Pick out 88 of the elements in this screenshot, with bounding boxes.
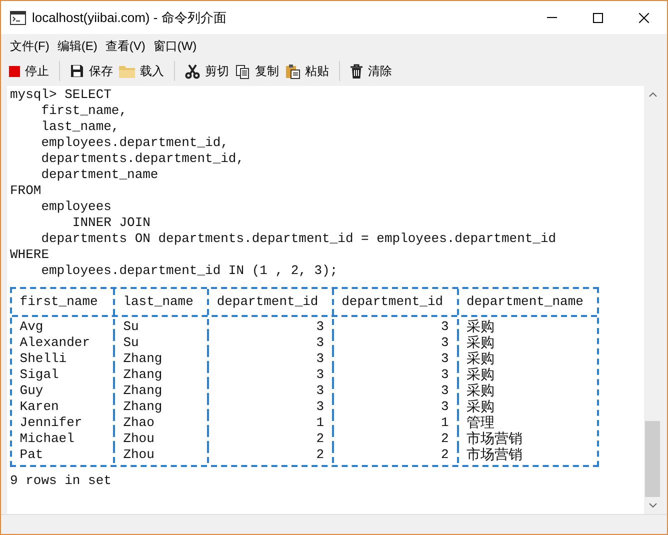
- table-cell: 2: [441, 431, 449, 447]
- column-header: first_name: [20, 294, 98, 310]
- console-line: departments.department_id,: [40, 151, 246, 167]
- toolbar-button[interactable]: 剪切: [183, 62, 231, 80]
- table-cell: Zhao: [123, 415, 154, 431]
- table-cell: 2: [441, 447, 449, 463]
- window-title: localhost(yiibai.com) - 命令列介面: [32, 8, 226, 27]
- toolbar-button[interactable]: 载入: [117, 62, 166, 80]
- table-cell: 采购: [466, 319, 494, 335]
- close-icon: [639, 12, 649, 22]
- toolbar-button[interactable]: 清除: [348, 62, 394, 80]
- table-cell: Su: [123, 335, 139, 351]
- scrollbar-thumb[interactable]: [645, 421, 660, 497]
- scroll-up-icon[interactable]: [648, 92, 656, 97]
- table-cell: 3: [316, 335, 324, 351]
- table-cell: 2: [316, 447, 324, 463]
- table-cell: 采购: [466, 335, 494, 351]
- table-cell: Alexander: [20, 335, 90, 351]
- table-cell: 3: [316, 383, 324, 399]
- console-line: WHERE: [10, 247, 50, 263]
- table-cell: 市场营销: [466, 431, 522, 447]
- table-cell: Shelli: [20, 351, 67, 367]
- paste-icon: [285, 64, 300, 78]
- folder-icon: [119, 64, 135, 78]
- table-cell: Zhang: [123, 383, 162, 399]
- table-cell: 3: [316, 319, 324, 335]
- table-cell: Karen: [20, 399, 59, 415]
- result-summary: 9 rows in set: [10, 473, 112, 489]
- scissors-icon: [185, 64, 200, 78]
- table-cell: 3: [316, 399, 324, 415]
- console-line: employees.department_id IN (1 , 2, 3);: [40, 263, 339, 279]
- table-cell: 管理: [466, 415, 494, 431]
- table-cell: Zhang: [123, 399, 162, 415]
- console-line: FROM: [10, 183, 42, 199]
- table-cell: 3: [441, 367, 449, 383]
- table-cell: Guy: [20, 383, 44, 399]
- table-cell: Zhang: [123, 351, 162, 367]
- table-cell: 2: [316, 431, 324, 447]
- column-header: last_name: [123, 294, 194, 310]
- minimize-icon: [547, 17, 557, 18]
- table-cell: 3: [441, 351, 449, 367]
- table-cell: 1: [441, 415, 449, 431]
- table-cell: Pat: [20, 447, 44, 463]
- terminal-icon: [10, 10, 26, 24]
- toolbar-button[interactable]: 保存: [68, 62, 115, 80]
- table-cell: 3: [441, 383, 449, 399]
- console-line: INNER JOIN: [71, 215, 152, 231]
- console-line: employees: [40, 199, 112, 215]
- table-cell: 3: [441, 319, 449, 335]
- table-cell: Zhou: [123, 447, 154, 463]
- table-cell: 采购: [466, 399, 494, 415]
- table-cell: 1: [316, 415, 324, 431]
- table-cell: Michael: [20, 431, 74, 447]
- column-header: department_id: [216, 294, 318, 310]
- console-line: first_name,: [40, 103, 128, 119]
- table-cell: Avg: [20, 319, 44, 335]
- maximize-icon: [593, 12, 603, 22]
- toolbar-button[interactable]: 停止: [7, 62, 51, 80]
- console-line: department_name: [40, 167, 160, 183]
- console-line: mysql> SELECT: [10, 87, 112, 103]
- table-cell: 3: [316, 351, 324, 367]
- scroll-down-icon[interactable]: [648, 503, 656, 508]
- table-cell: Su: [123, 319, 139, 335]
- stop-icon: [9, 66, 20, 76]
- column-header: department_id: [342, 294, 444, 310]
- table-cell: 采购: [466, 383, 494, 399]
- table-cell: 采购: [466, 351, 494, 367]
- console-line: departments ON departments.department_id = employees.department_id: [40, 231, 558, 247]
- menu-item[interactable]: 窗口(W): [149, 37, 201, 55]
- menu-item[interactable]: 文件(F): [6, 37, 54, 55]
- menu-item[interactable]: 编辑(E): [53, 37, 102, 55]
- table-cell: 3: [316, 367, 324, 383]
- console-line: employees.department_id,: [40, 135, 230, 151]
- table-cell: Zhou: [123, 431, 154, 447]
- table-cell: Jennifer: [20, 415, 82, 431]
- toolbar-button[interactable]: 复制: [233, 62, 281, 80]
- table-cell: Zhang: [123, 367, 162, 383]
- table-cell: Sigal: [20, 367, 59, 383]
- table-cell: 3: [441, 335, 449, 351]
- column-header: department_name: [466, 294, 584, 310]
- toolbar-button[interactable]: 粘贴: [283, 62, 331, 80]
- table-cell: 市场营销: [466, 447, 522, 463]
- table-cell: 3: [441, 399, 449, 415]
- trash-icon: [350, 64, 363, 78]
- table-cell: 采购: [466, 367, 494, 383]
- menu-item[interactable]: 查看(V): [101, 37, 150, 55]
- console-line: last_name,: [40, 119, 120, 135]
- copy-icon: [235, 64, 250, 78]
